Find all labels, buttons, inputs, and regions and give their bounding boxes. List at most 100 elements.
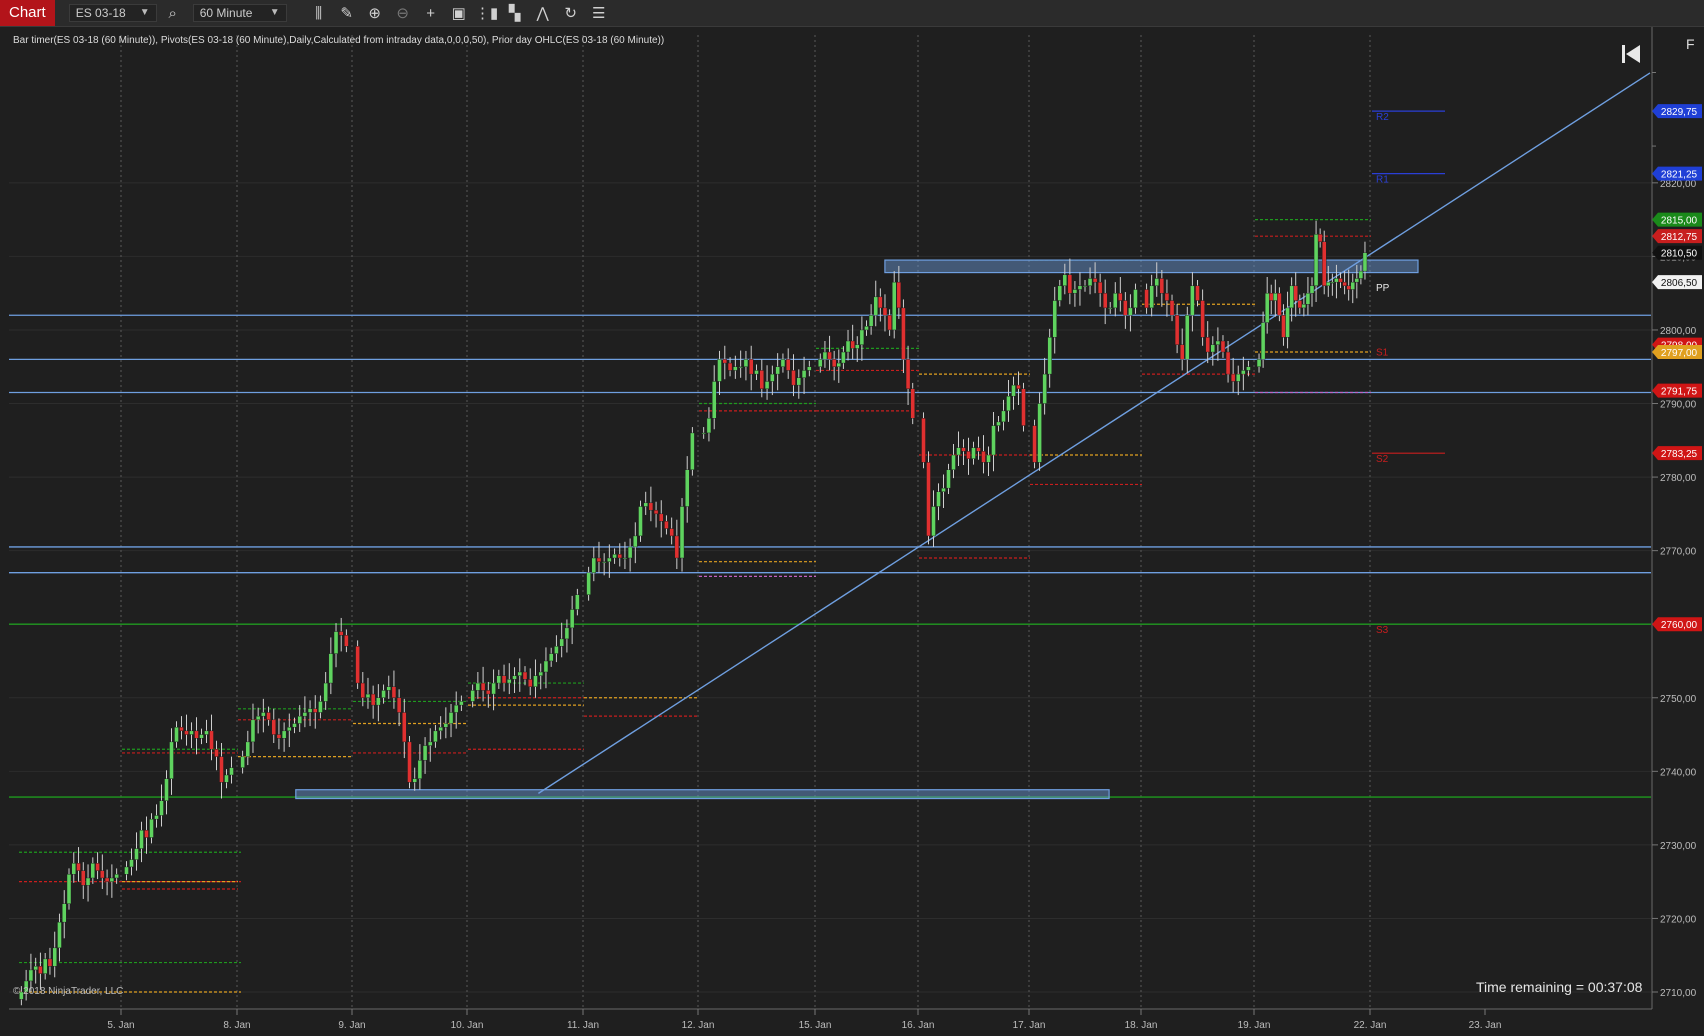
candle-body bbox=[1350, 281, 1355, 290]
crosshair-icon[interactable]: + bbox=[419, 2, 443, 24]
candle-body bbox=[204, 730, 209, 735]
candle-body bbox=[100, 870, 105, 879]
candle-body bbox=[717, 359, 722, 382]
bars-type-icon[interactable]: ⫼ bbox=[307, 2, 331, 24]
candle-body bbox=[144, 829, 149, 838]
candle-body bbox=[90, 863, 96, 879]
candle-body bbox=[878, 296, 883, 309]
candle-body bbox=[892, 281, 897, 331]
candle-body bbox=[109, 877, 115, 882]
candle-body bbox=[543, 660, 549, 673]
candle-body bbox=[470, 690, 475, 702]
x-tick-label: 15. Jan bbox=[799, 1020, 832, 1031]
zoom-out-icon[interactable]: ⊖ bbox=[391, 2, 415, 24]
instrument-search-icon[interactable]: ⌕ bbox=[161, 2, 185, 24]
candle-body bbox=[1042, 373, 1047, 404]
candle-body bbox=[360, 682, 365, 698]
candle-body bbox=[850, 340, 855, 349]
candle-body bbox=[199, 734, 204, 739]
candle-body bbox=[648, 502, 654, 511]
candle-body bbox=[1285, 307, 1290, 338]
candle-body bbox=[1108, 307, 1113, 310]
candle-body bbox=[169, 741, 174, 779]
properties-icon[interactable]: ▣ bbox=[447, 2, 471, 24]
candle-body bbox=[255, 715, 261, 721]
y-tick-label: 2740,00 bbox=[1660, 767, 1697, 778]
candle-body bbox=[533, 675, 538, 687]
candle-body bbox=[281, 730, 287, 739]
candle-body bbox=[1077, 285, 1083, 290]
candle-body bbox=[653, 509, 659, 515]
candle-body bbox=[287, 726, 292, 732]
candle-body bbox=[443, 723, 449, 728]
y-tick-label: 2710,00 bbox=[1660, 988, 1697, 999]
candle-body bbox=[836, 362, 841, 367]
candle-body bbox=[1358, 270, 1364, 279]
candle-body bbox=[1317, 234, 1323, 242]
candle-body bbox=[674, 535, 680, 559]
candle-body bbox=[28, 969, 34, 982]
candle-body bbox=[679, 506, 685, 559]
candle-body bbox=[266, 712, 271, 721]
interval-selector[interactable]: 60 Minute ▼ bbox=[192, 4, 287, 22]
zoom-in-icon[interactable]: ⊕ bbox=[363, 2, 387, 24]
candle-body bbox=[339, 631, 344, 636]
candle-body bbox=[491, 682, 496, 695]
chart-tab[interactable]: Chart bbox=[0, 0, 55, 26]
candle-body bbox=[1309, 285, 1315, 294]
candle-body bbox=[1281, 315, 1286, 338]
indicators-icon[interactable]: ▚ bbox=[503, 2, 527, 24]
price-chart[interactable]: 2710,00 2720,00 2730,00 2740,00 2750,00 2760,… bbox=[0, 27, 1704, 1036]
candle-body bbox=[873, 296, 878, 316]
candle-body bbox=[1092, 278, 1098, 283]
candle-body bbox=[976, 447, 981, 452]
candle-body bbox=[1123, 300, 1128, 316]
candle-body bbox=[194, 730, 199, 739]
scroll-to-end-icon[interactable] bbox=[1620, 42, 1642, 66]
x-tick-label: 5. Jan bbox=[107, 1020, 134, 1031]
price-marker: 2797,00 bbox=[1652, 345, 1702, 360]
candle-body bbox=[827, 351, 832, 360]
draw-pencil-icon[interactable]: ✎ bbox=[335, 2, 359, 24]
candle-body bbox=[174, 726, 179, 743]
candle-body bbox=[391, 686, 397, 698]
candle-body bbox=[807, 366, 812, 371]
copyright-text: © 2018 NinjaTrader, LLC bbox=[13, 986, 124, 997]
candle-body bbox=[85, 877, 91, 886]
candle-body bbox=[986, 454, 991, 463]
candle-body bbox=[528, 679, 533, 687]
candle-body bbox=[1159, 278, 1165, 294]
candle-body bbox=[1220, 340, 1226, 353]
instrument-selector[interactable]: ES 03-18 ▼ bbox=[68, 4, 157, 22]
candle-body bbox=[818, 359, 823, 367]
candle-body bbox=[1052, 300, 1057, 338]
candle-body bbox=[868, 315, 874, 327]
candle-body bbox=[1032, 425, 1037, 463]
candle-body bbox=[659, 513, 664, 522]
candle-body bbox=[1072, 289, 1078, 294]
candle-body bbox=[971, 447, 976, 459]
candle-body bbox=[1200, 300, 1205, 338]
drawing-tools-icon[interactable]: ⋀ bbox=[531, 2, 555, 24]
list-icon[interactable]: ☰ bbox=[587, 2, 611, 24]
pivot-label: S3 bbox=[1376, 625, 1389, 636]
candle-body bbox=[743, 359, 749, 367]
candle-body bbox=[1016, 384, 1021, 390]
candle-body bbox=[910, 388, 915, 419]
candle-body bbox=[759, 370, 764, 390]
candle-body bbox=[1021, 388, 1026, 426]
refresh-icon[interactable]: ↻ bbox=[559, 2, 583, 24]
candle-body bbox=[1169, 300, 1175, 316]
candle-body bbox=[1144, 289, 1149, 309]
candle-body bbox=[428, 741, 433, 746]
candle-body bbox=[727, 362, 733, 371]
strategies-icon[interactable]: ⋮▮ bbox=[475, 2, 499, 24]
candle-body bbox=[1246, 366, 1251, 371]
candle-body bbox=[1264, 292, 1270, 323]
f-button[interactable]: F bbox=[1686, 36, 1695, 52]
candle-body bbox=[134, 848, 139, 860]
candle-body bbox=[66, 874, 72, 904]
candle-body bbox=[622, 557, 628, 560]
y-tick-label: 2720,00 bbox=[1660, 914, 1697, 925]
candle-body bbox=[664, 521, 669, 529]
